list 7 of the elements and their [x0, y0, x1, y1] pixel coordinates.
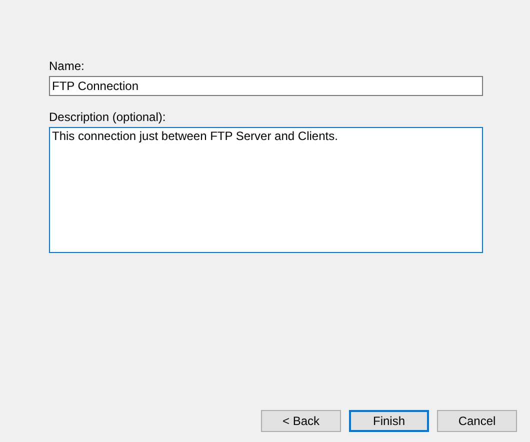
dialog-button[interactable]: < Back — [261, 410, 341, 432]
field-label: Name: — [49, 59, 86, 74]
field-label: Description (optional): — [49, 110, 167, 125]
dialog-button[interactable]: Cancel — [437, 410, 517, 432]
dialog-button[interactable]: Finish — [349, 410, 429, 432]
name-field[interactable]: FTP Connection — [49, 76, 483, 96]
description-field[interactable]: This connection just between FTP Server and Clients. — [49, 127, 483, 253]
